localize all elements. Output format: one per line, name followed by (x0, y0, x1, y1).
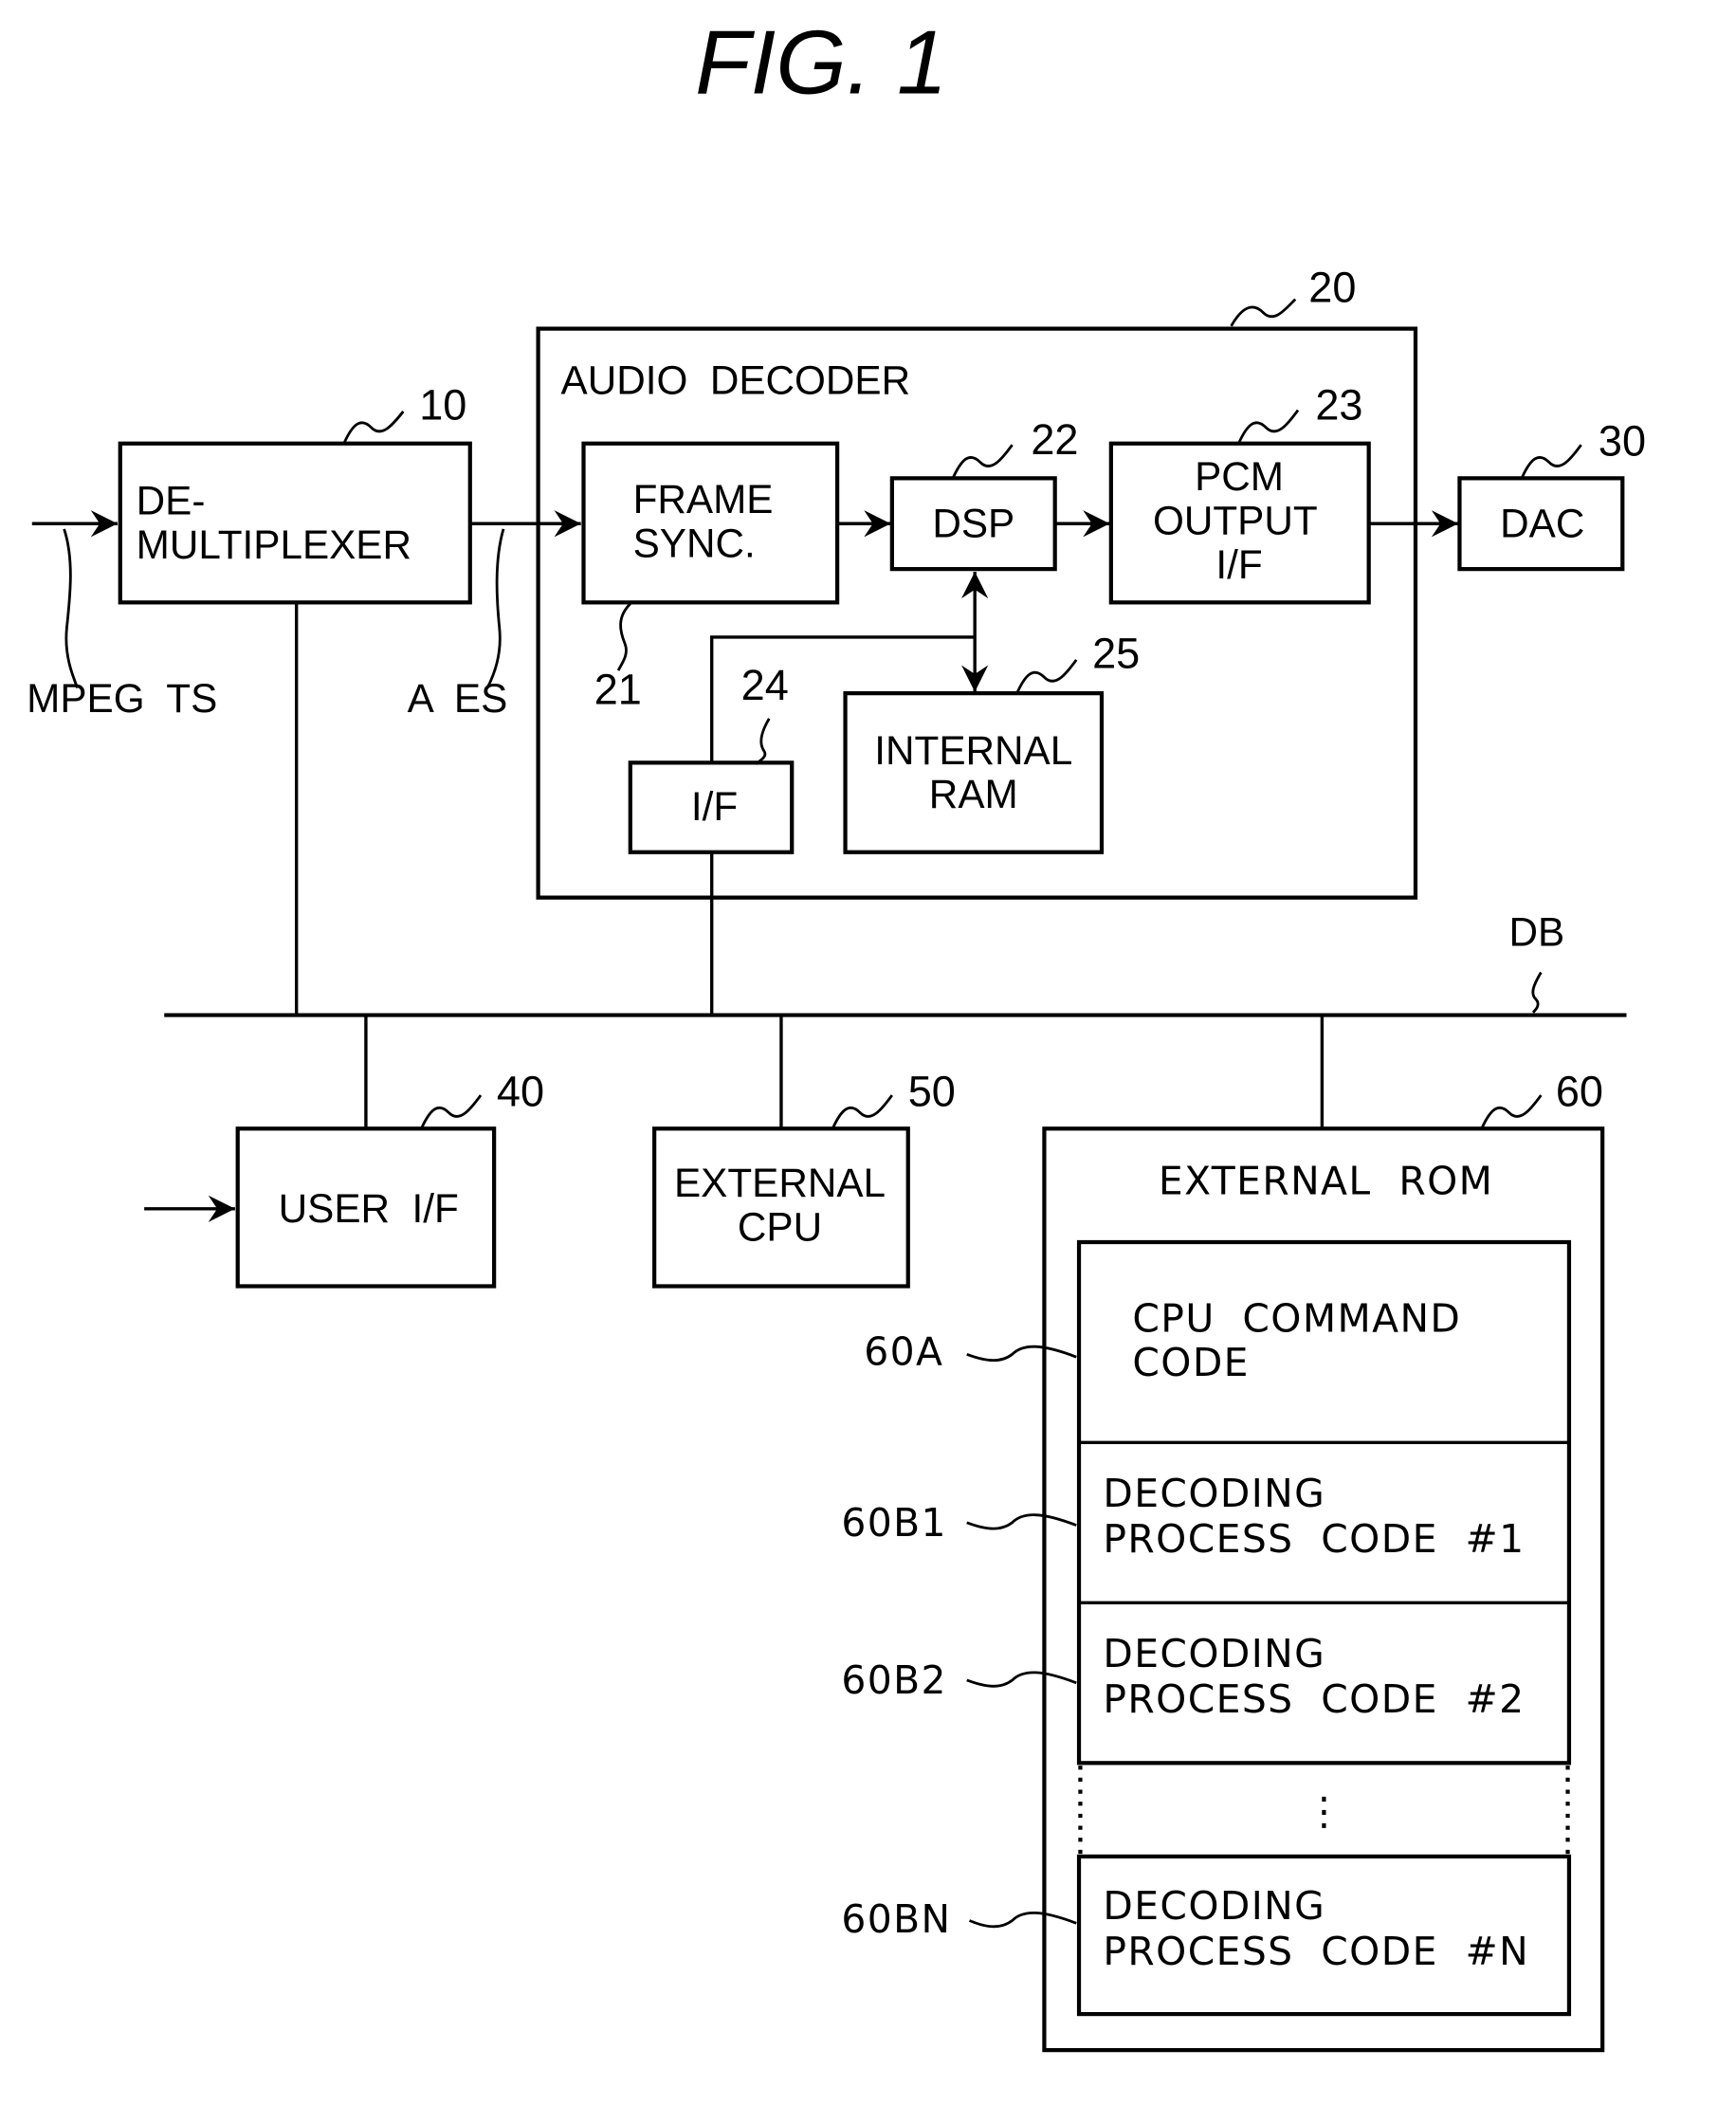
ref-60bn-leader (968, 1911, 1077, 1929)
ref-60a-leader (966, 1345, 1077, 1363)
ref-60b2: 60B2 (841, 1657, 947, 1703)
ref-60b1: 60B1 (841, 1500, 947, 1546)
rom-section-60bn-line1: DECODING (1103, 1883, 1325, 1929)
user-if-label: USER I/F (279, 1186, 459, 1231)
audio-es-leader (485, 528, 505, 689)
frame-sync-label-line1: FRAME (633, 477, 774, 522)
ref-24: 24 (741, 661, 789, 709)
ref-24-leader (755, 718, 771, 765)
ref-60-leader (1481, 1094, 1543, 1128)
interface-label: I/F (691, 784, 738, 829)
ref-21-leader (616, 602, 631, 671)
rom-section-60b2-line1: DECODING (1103, 1631, 1325, 1676)
pcm-label-line3: I/F (1215, 542, 1262, 587)
mpeg-ts-label: MPEG TS (27, 676, 217, 721)
ref-10: 10 (419, 380, 466, 429)
rom-section-60a-line2: CODE (1132, 1340, 1250, 1385)
audio-es-label: A ES (408, 676, 508, 721)
pcm-label-line1: PCM (1195, 454, 1284, 499)
rom-section-60b2-line2: PROCESS CODE #2 (1103, 1676, 1525, 1722)
rom-ellipsis: ⋮ (1305, 1788, 1344, 1834)
ref-25: 25 (1092, 629, 1140, 677)
pcm-label-line2: OUTPUT (1153, 499, 1318, 543)
demux-label-line1: DE- (137, 478, 206, 522)
frame-sync-label-line2: SYNC. (633, 521, 756, 565)
external-cpu-block: EXTERNAL CPU 50 (652, 1067, 956, 1289)
ref-60b2-leader (966, 1671, 1077, 1688)
ref-60: 60 (1556, 1067, 1603, 1115)
dac-block: DAC 30 (1457, 416, 1646, 572)
external-rom-label: EXTERNAL ROM (1159, 1158, 1493, 1203)
demux-label-line2: MULTIPLEXER (137, 522, 411, 567)
block-diagram: FIG. 1 AUDIO DECODER 20 DE- MULTIPLEXER … (27, 12, 1646, 2053)
ref-30-leader (1521, 444, 1582, 478)
ref-30: 30 (1599, 416, 1646, 465)
mpeg-ts-leader (63, 528, 79, 689)
ref-23: 23 (1315, 380, 1362, 429)
ref-21: 21 (594, 665, 642, 713)
dac-label: DAC (1500, 501, 1584, 545)
ref-25-leader (1015, 659, 1078, 693)
internal-ram-label-line2: RAM (929, 772, 1018, 816)
rom-section-60a-line1: CPU COMMAND (1132, 1295, 1461, 1341)
dsp-block: DSP 22 (889, 415, 1078, 572)
demultiplexer-block: DE- MULTIPLEXER 10 (118, 380, 472, 605)
ref-10-leader (343, 411, 405, 443)
external-cpu-label-line1: EXTERNAL (674, 1161, 886, 1205)
internal-ram-label-line1: INTERNAL (874, 728, 1072, 773)
rom-section-decoding-code-1: DECODING PROCESS CODE #1 60B1 (841, 1471, 1525, 1562)
ref-22-leader (952, 444, 1014, 478)
audio-decoder-label: AUDIO DECODER (561, 358, 911, 403)
rom-section-decoding-code-n: DECODING PROCESS CODE #N 60BN (841, 1883, 1529, 1974)
data-bus-leader (1531, 971, 1543, 1014)
ref-60b1-leader (966, 1513, 1077, 1530)
external-rom-block: EXTERNAL ROM 60 ⋮ CPU COMMAND CODE 60A D… (841, 1067, 1605, 2053)
rom-section-60b1-line2: PROCESS CODE #1 (1103, 1516, 1525, 1562)
rom-section-60b1-line1: DECODING (1103, 1471, 1325, 1516)
ref-60a: 60A (864, 1329, 943, 1375)
rom-section-decoding-code-2: DECODING PROCESS CODE #2 60B2 (841, 1631, 1525, 1722)
ref-20-leader (1230, 298, 1297, 327)
ref-60bn: 60BN (841, 1896, 951, 1942)
rom-section-60bn-line2: PROCESS CODE #N (1103, 1929, 1529, 1974)
ref-50: 50 (908, 1067, 956, 1115)
rom-section-cpu-command-code: CPU COMMAND CODE 60A (864, 1295, 1461, 1385)
internal-ram-block: INTERNAL RAM 25 (843, 629, 1140, 854)
dsp-label: DSP (932, 501, 1014, 545)
external-cpu-label-line2: CPU (738, 1205, 822, 1250)
pcm-output-if-block: PCM OUTPUT I/F 23 (1108, 380, 1371, 605)
ref-20: 20 (1308, 263, 1356, 311)
data-bus-label: DB (1509, 909, 1565, 954)
ref-50-leader (831, 1094, 893, 1128)
ref-40-leader (420, 1094, 483, 1128)
ref-22: 22 (1031, 415, 1078, 464)
figure-title: FIG. 1 (695, 12, 947, 114)
user-if-block: USER I/F 40 (144, 1067, 544, 1289)
ref-40: 40 (497, 1067, 544, 1115)
ref-23-leader (1237, 409, 1300, 443)
